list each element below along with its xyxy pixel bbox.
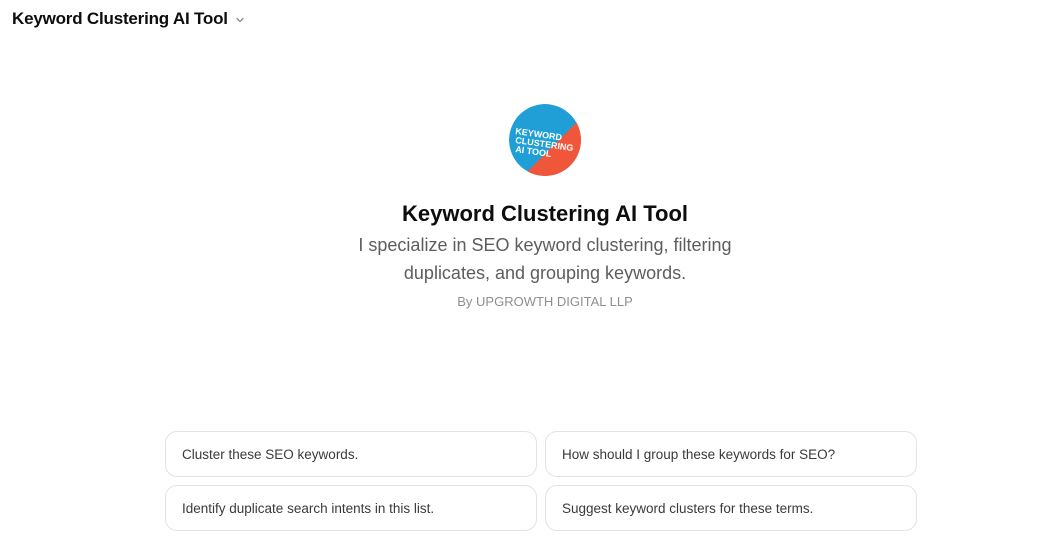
gpt-description: I specialize in SEO keyword clustering, … bbox=[358, 235, 732, 283]
gpt-intro: KEYWORD CLUSTERING AI TOOL Keyword Clust… bbox=[0, 104, 1050, 309]
gpt-name: Keyword Clustering AI Tool bbox=[401, 201, 688, 226]
suggestion-duplicate-intents[interactable]: Identify duplicate search intents in thi… bbox=[165, 485, 537, 531]
header-title: Keyword Clustering AI Tool bbox=[12, 9, 228, 28]
chevron-down-icon bbox=[234, 14, 246, 26]
gpt-page: Keyword Clustering AI Tool KEYWORD CLUST… bbox=[0, 0, 1050, 542]
conversation-starters: Cluster these SEO keywords. How should I… bbox=[165, 431, 917, 531]
suggestion-group-keywords[interactable]: How should I group these keywords for SE… bbox=[545, 431, 917, 477]
model-selector[interactable]: Keyword Clustering AI Tool bbox=[12, 8, 246, 30]
suggestion-cluster-keywords[interactable]: Cluster these SEO keywords. bbox=[165, 431, 537, 477]
suggestion-keyword-clusters[interactable]: Suggest keyword clusters for these terms… bbox=[545, 485, 917, 531]
gpt-logo: KEYWORD CLUSTERING AI TOOL bbox=[509, 104, 581, 176]
gpt-author: By UPGROWTH DIGITAL LLP bbox=[457, 294, 633, 309]
